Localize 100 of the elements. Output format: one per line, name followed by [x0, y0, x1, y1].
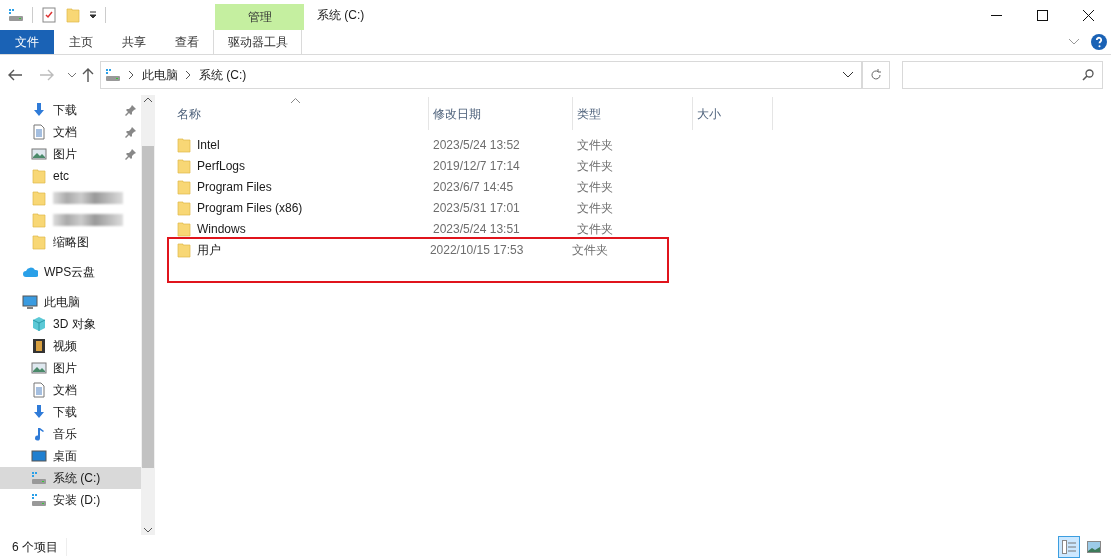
pin-icon[interactable] [125, 126, 137, 138]
breadcrumb[interactable]: 此电脑 [142, 66, 178, 84]
forward-arrow-icon[interactable] [40, 69, 54, 81]
file-row[interactable]: Windows 2023/5/24 13:51 文件夹 [173, 218, 673, 239]
nav-item[interactable]: 视频 [0, 335, 141, 357]
folder-icon [31, 212, 47, 228]
nav-item[interactable]: 图片 [0, 357, 141, 379]
nav-item[interactable]: 下载 [0, 401, 141, 423]
nav-item[interactable]: 缩略图 [0, 231, 141, 253]
file-name: Program Files (x86) [197, 200, 303, 217]
file-type: 文件夹 [576, 158, 614, 175]
folder-icon [176, 221, 192, 237]
ribbon-tab[interactable]: 主页 [54, 30, 107, 54]
blurred-label [53, 214, 123, 226]
nav-item[interactable]: WPS云盘 [0, 261, 141, 283]
document-icon [31, 382, 47, 398]
film-icon [31, 338, 47, 354]
modified-date: 2023/5/31 17:01 [432, 200, 521, 217]
pin-icon[interactable] [125, 104, 137, 116]
chevron-right-icon [129, 71, 134, 79]
folder-icon [31, 168, 47, 184]
pin-icon[interactable] [125, 148, 137, 160]
column-header[interactable]: 类型 [573, 97, 693, 130]
file-type: 文件夹 [576, 221, 614, 238]
refresh-button[interactable] [862, 61, 890, 89]
computer-icon [22, 294, 38, 310]
column-header[interactable]: 名称 [173, 97, 429, 130]
scrollbar-thumb[interactable] [142, 146, 154, 468]
nav-item[interactable]: 下载 [0, 99, 141, 121]
help-icon[interactable] [1091, 34, 1107, 50]
nav-item[interactable]: 安装 (D:) [0, 489, 141, 511]
nav-item[interactable]: 文档 [0, 379, 141, 401]
details-view-button[interactable] [1058, 536, 1080, 558]
modified-date: 2023/6/7 14:45 [432, 179, 515, 196]
drive-icon [105, 67, 121, 83]
landscape-picture-icon [1087, 541, 1101, 553]
file-row[interactable]: PerfLogs 2019/12/7 17:14 文件夹 [173, 155, 673, 176]
column-header[interactable]: 修改日期 [429, 97, 573, 130]
folder-icon [176, 200, 192, 216]
download-icon [31, 404, 47, 420]
blurred-label [53, 192, 123, 204]
scroll-up-icon[interactable] [144, 97, 152, 102]
nav-item[interactable]: 系统 (C:) [0, 467, 141, 489]
file-type: 文件夹 [576, 179, 614, 196]
cube-icon [31, 316, 47, 332]
column-header[interactable]: 大小 [693, 97, 773, 130]
scroll-down-icon[interactable] [144, 528, 152, 533]
drive-icon [31, 492, 47, 508]
checklist-icon[interactable] [41, 7, 57, 23]
file-name: Windows [197, 221, 246, 238]
picture-icon [31, 146, 47, 162]
file-type: 文件夹 [576, 200, 614, 217]
nav-item[interactable]: etc [0, 165, 141, 187]
refresh-icon [870, 69, 882, 81]
drive-icon [8, 7, 24, 23]
modified-date: 2023/5/24 13:51 [432, 221, 521, 238]
folder-icon [176, 137, 192, 153]
up-arrow-icon[interactable] [82, 68, 94, 82]
download-icon [31, 102, 47, 118]
nav-item[interactable]: 音乐 [0, 423, 141, 445]
search-field[interactable] [902, 61, 1103, 89]
file-type: 文件夹 [571, 242, 610, 259]
back-arrow-icon[interactable] [8, 69, 22, 81]
dropdown-icon[interactable] [89, 11, 97, 19]
ribbon-tab[interactable]: 文件 [0, 30, 54, 54]
ribbon-tab[interactable]: 驱动器工具 [213, 30, 302, 54]
file-row[interactable]: Program Files 2023/6/7 14:45 文件夹 [173, 176, 673, 197]
file-row[interactable]: Program Files (x86) 2023/5/31 17:01 文件夹 [173, 197, 673, 218]
folder-icon [176, 179, 192, 195]
file-name: Intel [197, 137, 220, 154]
file-name: Program Files [197, 179, 272, 196]
close-icon [1082, 9, 1094, 21]
document-icon [31, 124, 47, 140]
nav-item[interactable]: 桌面 [0, 445, 141, 467]
breadcrumb[interactable]: 系统 (C:) [199, 66, 247, 84]
chevron-right-icon [186, 71, 191, 79]
address-bar[interactable]: 此电脑 系统 (C:) [100, 61, 862, 89]
search-icon [1082, 69, 1094, 81]
nav-item[interactable]: 此电脑 [0, 291, 141, 313]
chevron-down-icon[interactable] [843, 72, 853, 78]
nav-item[interactable]: 文档 [0, 121, 141, 143]
picture-icon [31, 360, 47, 376]
file-type: 文件夹 [576, 137, 614, 154]
modified-date: 2019/12/7 17:14 [432, 158, 521, 175]
nav-item[interactable]: 图片 [0, 143, 141, 165]
folder-icon [65, 7, 81, 23]
item-count: 6 个项目 [12, 538, 67, 556]
nav-item[interactable]: 3D 对象 [0, 313, 141, 335]
ribbon-tab[interactable]: 查看 [160, 30, 213, 54]
ribbon-tab[interactable]: 共享 [107, 30, 160, 54]
modified-date: 2022/10/15 17:53 [428, 242, 525, 259]
maximize-icon [1036, 9, 1048, 21]
folder-icon [31, 234, 47, 250]
file-row[interactable]: 用户 2022/10/15 17:53 文件夹 [167, 237, 669, 283]
desktop-icon [31, 448, 47, 464]
file-name: 用户 [197, 242, 221, 259]
details-list-icon [1062, 540, 1076, 554]
contextual-tab-header: 管理 [215, 4, 304, 30]
file-row[interactable]: Intel 2023/5/24 13:52 文件夹 [173, 134, 673, 155]
file-name: PerfLogs [197, 158, 246, 175]
